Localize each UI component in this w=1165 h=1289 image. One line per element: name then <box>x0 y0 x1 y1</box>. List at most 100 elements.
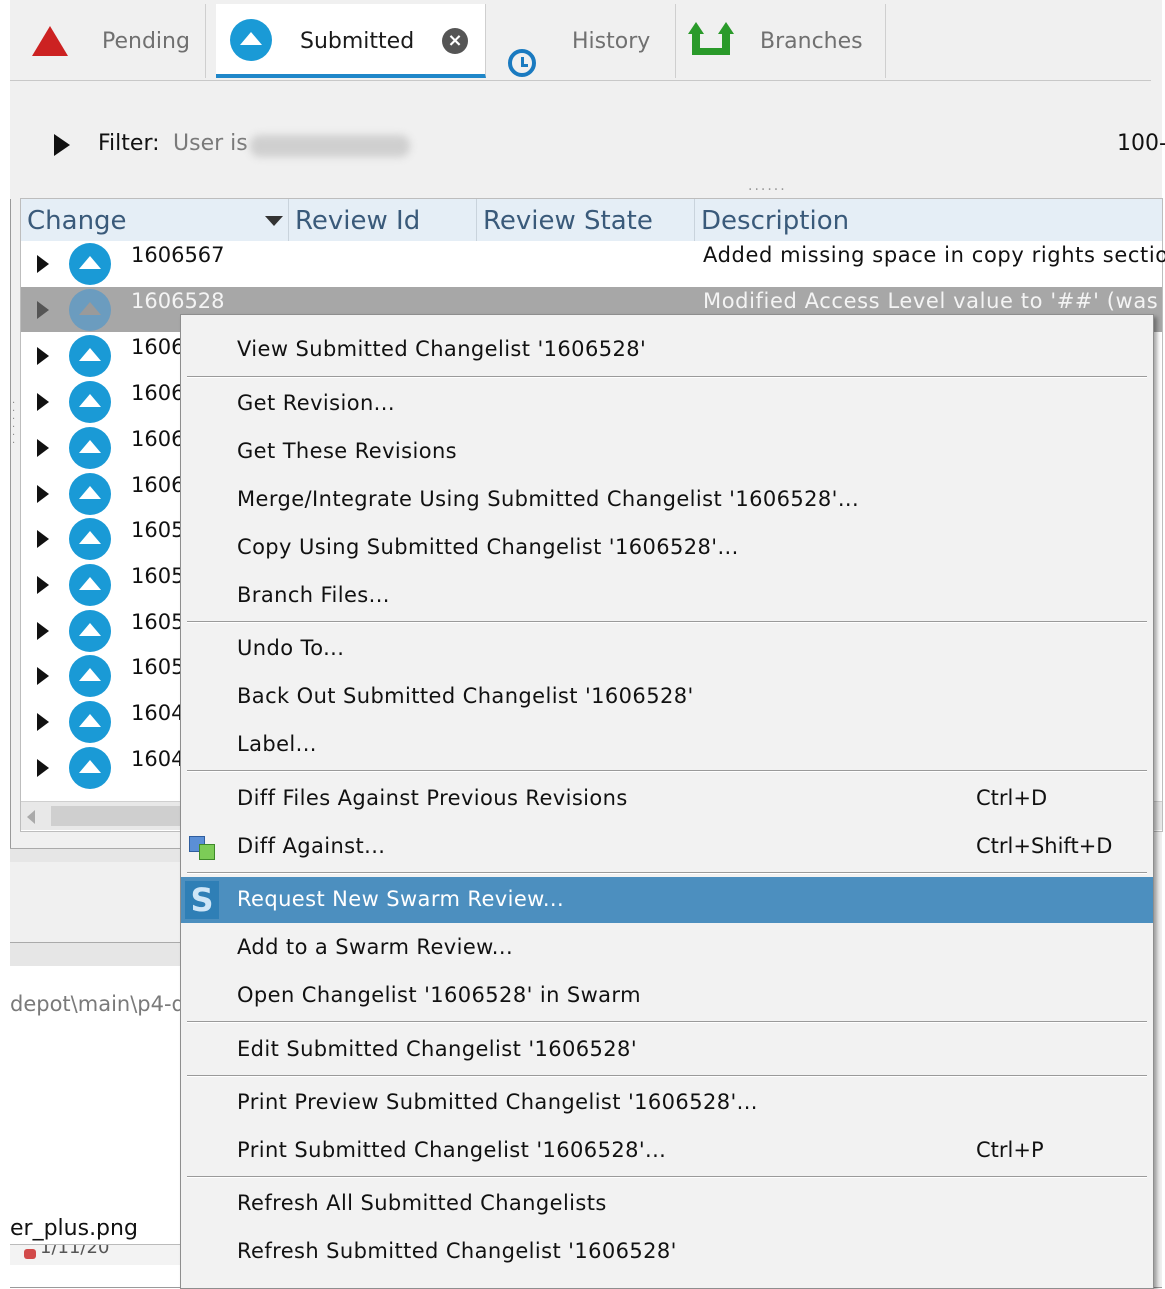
menu-item-open-in-swarm[interactable]: Open Changelist '1606528' in Swarm <box>181 973 1153 1019</box>
menu-item-label: Get Revision... <box>237 391 395 415</box>
menu-item-label: Label... <box>237 732 317 756</box>
menu-item-shortcut: Ctrl+P <box>976 1138 1044 1162</box>
menu-item-add-to-swarm-review[interactable]: Add to a Swarm Review... <box>181 925 1153 971</box>
menu-item-label: Diff Files Against Previous Revisions <box>237 786 628 810</box>
column-header-description[interactable]: Description <box>695 199 1162 241</box>
menu-item-diff-previous[interactable]: Diff Files Against Previous Revisions Ct… <box>181 776 1153 822</box>
splitter-grip[interactable]: · · · · · · <box>12 399 15 449</box>
filter-label: Filter: <box>98 131 160 156</box>
menu-item-label: Undo To... <box>237 636 345 660</box>
pending-warning-icon <box>32 26 68 56</box>
redacted-user-name <box>250 135 410 157</box>
submitted-changelist-icon <box>69 701 111 743</box>
menu-separator <box>187 1021 1147 1023</box>
changelist-number: 1606528 <box>131 289 225 313</box>
expand-row-icon[interactable] <box>37 576 49 594</box>
menu-item-get-revision[interactable]: Get Revision... <box>181 381 1153 427</box>
expand-row-icon[interactable] <box>37 485 49 503</box>
menu-item-label: Request New Swarm Review... <box>237 887 565 911</box>
branch-icon <box>688 22 734 55</box>
menu-separator <box>187 872 1147 874</box>
submitted-arrow-icon <box>230 19 272 61</box>
menu-item-label: Add to a Swarm Review... <box>237 935 514 959</box>
expand-row-icon[interactable] <box>37 713 49 731</box>
sort-descending-icon[interactable] <box>265 216 283 226</box>
menu-item-refresh-all[interactable]: Refresh All Submitted Changelists <box>181 1181 1153 1227</box>
file-name: er_plus.png <box>10 1216 138 1241</box>
expand-row-icon[interactable] <box>37 530 49 548</box>
menu-item-shortcut: Ctrl+Shift+D <box>976 834 1113 858</box>
menu-item-label: Branch Files... <box>237 583 390 607</box>
column-header-change[interactable]: Change <box>21 199 289 241</box>
submitted-changelist-icon <box>69 335 111 377</box>
expand-row-icon[interactable] <box>37 439 49 457</box>
submitted-changelist-icon <box>69 655 111 697</box>
menu-item-shortcut: Ctrl+D <box>976 786 1048 810</box>
tab-submitted[interactable]: Submitted × <box>216 4 486 78</box>
menu-item-diff-against[interactable]: Diff Against... Ctrl+Shift+D <box>181 824 1153 870</box>
menu-separator <box>187 376 1147 378</box>
menu-item-label: Back Out Submitted Changelist '1606528' <box>237 684 694 708</box>
file-row[interactable]: 1/11/20 <box>10 1244 190 1265</box>
resize-handle[interactable]: ...... <box>748 178 787 194</box>
menu-item-label: Open Changelist '1606528' in Swarm <box>237 983 641 1007</box>
submitted-changelist-icon <box>69 289 111 331</box>
expand-row-icon[interactable] <box>37 347 49 365</box>
scroll-thumb[interactable] <box>51 806 191 826</box>
changelist-number: 1606 <box>131 427 185 451</box>
submitted-changelist-icon <box>69 610 111 652</box>
filter-value[interactable]: User is <box>173 131 248 156</box>
expand-filter-icon[interactable] <box>54 134 70 156</box>
tab-submitted-label: Submitted <box>300 29 415 54</box>
submitted-changelist-icon <box>69 427 111 469</box>
changelist-description: Added missing space in copy rights secti… <box>703 243 1165 267</box>
column-header-review-id[interactable]: Review Id <box>289 199 477 241</box>
submitted-changelist-icon <box>69 747 111 789</box>
close-tab-icon[interactable]: × <box>442 28 468 54</box>
expand-row-icon[interactable] <box>37 301 49 319</box>
menu-item-refresh-changelist[interactable]: Refresh Submitted Changelist '1606528' <box>181 1229 1153 1275</box>
changelist-number: 1605 <box>131 655 185 679</box>
tab-pending[interactable]: Pending <box>10 4 206 78</box>
expand-row-icon[interactable] <box>37 759 49 777</box>
menu-item-label: Diff Against... <box>237 834 386 858</box>
menu-item-view-changelist[interactable]: View Submitted Changelist '1606528' <box>181 327 1153 373</box>
menu-item-label: Copy Using Submitted Changelist '1606528… <box>237 535 739 559</box>
scroll-left-icon[interactable] <box>27 810 35 824</box>
menu-item-print[interactable]: Print Submitted Changelist '1606528'... … <box>181 1128 1153 1174</box>
menu-item-edit-changelist[interactable]: Edit Submitted Changelist '1606528' <box>181 1027 1153 1073</box>
menu-item-undo-to[interactable]: Undo To... <box>181 626 1153 672</box>
file-status-icon <box>24 1249 36 1259</box>
depot-path: depot\main\p4-dc <box>10 992 197 1016</box>
table-row[interactable]: 1606567 Added missing space in copy righ… <box>21 241 1165 286</box>
tab-branches[interactable]: Branches <box>676 4 886 78</box>
changelist-number: 1606567 <box>131 243 225 267</box>
diff-icon <box>189 836 217 860</box>
menu-item-label: Merge/Integrate Using Submitted Changeli… <box>237 487 860 511</box>
menu-item-branch-files[interactable]: Branch Files... <box>181 573 1153 619</box>
menu-item-copy[interactable]: Copy Using Submitted Changelist '1606528… <box>181 525 1153 571</box>
menu-item-print-preview[interactable]: Print Preview Submitted Changelist '1606… <box>181 1080 1153 1126</box>
changelist-number: 1606 <box>131 473 185 497</box>
submitted-changelist-icon <box>69 518 111 560</box>
tab-history[interactable]: History <box>486 4 676 78</box>
menu-item-get-these-revisions[interactable]: Get These Revisions <box>181 429 1153 475</box>
expand-row-icon[interactable] <box>37 667 49 685</box>
tab-pending-label: Pending <box>102 29 190 54</box>
column-header-review-state[interactable]: Review State <box>477 199 695 241</box>
tab-branches-label: Branches <box>760 29 863 54</box>
changelist-number: 1604 <box>131 701 185 725</box>
expand-row-icon[interactable] <box>37 393 49 411</box>
menu-item-label-files[interactable]: Label... <box>181 722 1153 768</box>
expand-row-icon[interactable] <box>37 622 49 640</box>
menu-separator <box>187 770 1147 772</box>
menu-item-back-out[interactable]: Back Out Submitted Changelist '1606528' <box>181 674 1153 720</box>
menu-separator <box>187 1176 1147 1178</box>
changelist-number: 1606 <box>131 335 185 359</box>
tab-bar: Pending Submitted × History Branches <box>10 0 1151 80</box>
menu-item-merge-integrate[interactable]: Merge/Integrate Using Submitted Changeli… <box>181 477 1153 523</box>
menu-item-request-swarm-review[interactable]: S Request New Swarm Review... <box>181 877 1153 923</box>
changelist-number: 1606 <box>131 381 185 405</box>
expand-row-icon[interactable] <box>37 255 49 273</box>
menu-item-label: Print Preview Submitted Changelist '1606… <box>237 1090 758 1114</box>
